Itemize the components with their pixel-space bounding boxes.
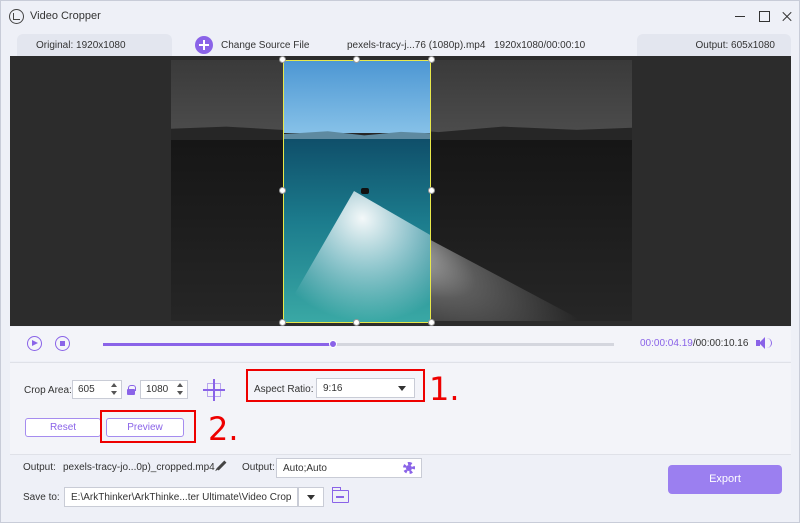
chevron-down-icon [398,386,406,391]
crop-handle-top-right[interactable] [428,56,435,63]
play-icon[interactable] [27,336,42,351]
crop-controls: Crop Area: 605 1080 Aspect Ratio: 9:16 1… [10,362,791,454]
title-bar: Video Cropper [1,1,799,31]
crop-handle-top[interactable] [353,56,360,63]
minimize-icon[interactable] [729,7,751,25]
source-fileinfo: 1920x1080/00:00:10 [494,40,586,51]
annotation-step-1: 1. [429,370,460,408]
video-cropper-window: Video Cropper Original: 1920x1080 Change… [0,0,800,523]
reset-button[interactable]: Reset [25,418,101,437]
output-section: Output: pexels-tracy-jo...0p)_cropped.mp… [10,454,791,516]
annotation-step-2: 2. [208,410,239,448]
info-bar: Original: 1920x1080 Change Source File p… [9,34,791,56]
time-display: 00:00:04.19/00:00:10.16 [640,338,748,349]
timeline-handle[interactable] [328,340,337,348]
save-to-label: Save to: [23,492,60,503]
close-icon[interactable] [776,7,798,25]
output-settings-field[interactable]: Auto;Auto [276,458,422,478]
change-source-label: Change Source File [221,39,310,51]
crop-handle-bottom-left[interactable] [279,319,286,326]
plus-icon [195,36,213,54]
crop-area-label: Crop Area: [24,385,72,396]
crop-handle-left[interactable] [279,187,286,194]
crop-handle-top-left[interactable] [279,56,286,63]
change-source-button[interactable]: Change Source File [195,34,309,56]
preview-button[interactable]: Preview [106,418,184,437]
total-time: /00:00:10.16 [692,338,749,349]
lock-icon[interactable] [127,385,136,395]
jetski [361,188,369,194]
playback-bar: 00:00:04.19/00:00:10.16 [10,327,791,361]
video-preview[interactable] [10,56,791,326]
maximize-icon[interactable] [753,7,775,25]
timeline-slider[interactable] [103,340,614,348]
width-stepper[interactable] [110,382,119,397]
crop-width-input[interactable]: 605 [72,380,122,399]
output-filename: pexels-tracy-jo...0p)_cropped.mp4 [63,462,215,473]
crop-handle-bottom-right[interactable] [428,319,435,326]
timeline-progress [103,343,333,346]
current-time: 00:00:04.19 [640,338,693,349]
source-filename: pexels-tracy-j...76 (1080p).mp4 [347,40,486,51]
output-resolution: Output: 605x1080 [637,34,791,56]
aspect-ratio-label: Aspect Ratio: [254,384,314,395]
output-settings-label: Output: [242,462,275,473]
crop-handle-right[interactable] [428,187,435,194]
save-path-dropdown[interactable] [298,487,324,507]
gear-icon[interactable] [403,462,415,474]
original-resolution: Original: 1920x1080 [17,34,172,56]
stop-icon[interactable] [55,336,70,351]
folder-icon[interactable] [331,487,349,503]
height-stepper[interactable] [176,382,185,397]
crop-selection-box[interactable] [283,60,431,323]
crop-handle-bottom[interactable] [353,319,360,326]
save-path-input[interactable]: E:\ArkThinker\ArkThinke...ter Ultimate\V… [64,487,298,507]
output-label: Output: [23,462,56,473]
aspect-ratio-select[interactable]: 9:16 [316,378,415,398]
window-title: Video Cropper [30,10,101,22]
crop-height-input[interactable]: 1080 [140,380,188,399]
center-crop-icon[interactable] [203,379,225,401]
pencil-icon[interactable] [216,460,227,471]
volume-wave-icon [766,338,772,348]
app-icon [9,9,24,24]
export-button[interactable]: Export [668,465,782,494]
